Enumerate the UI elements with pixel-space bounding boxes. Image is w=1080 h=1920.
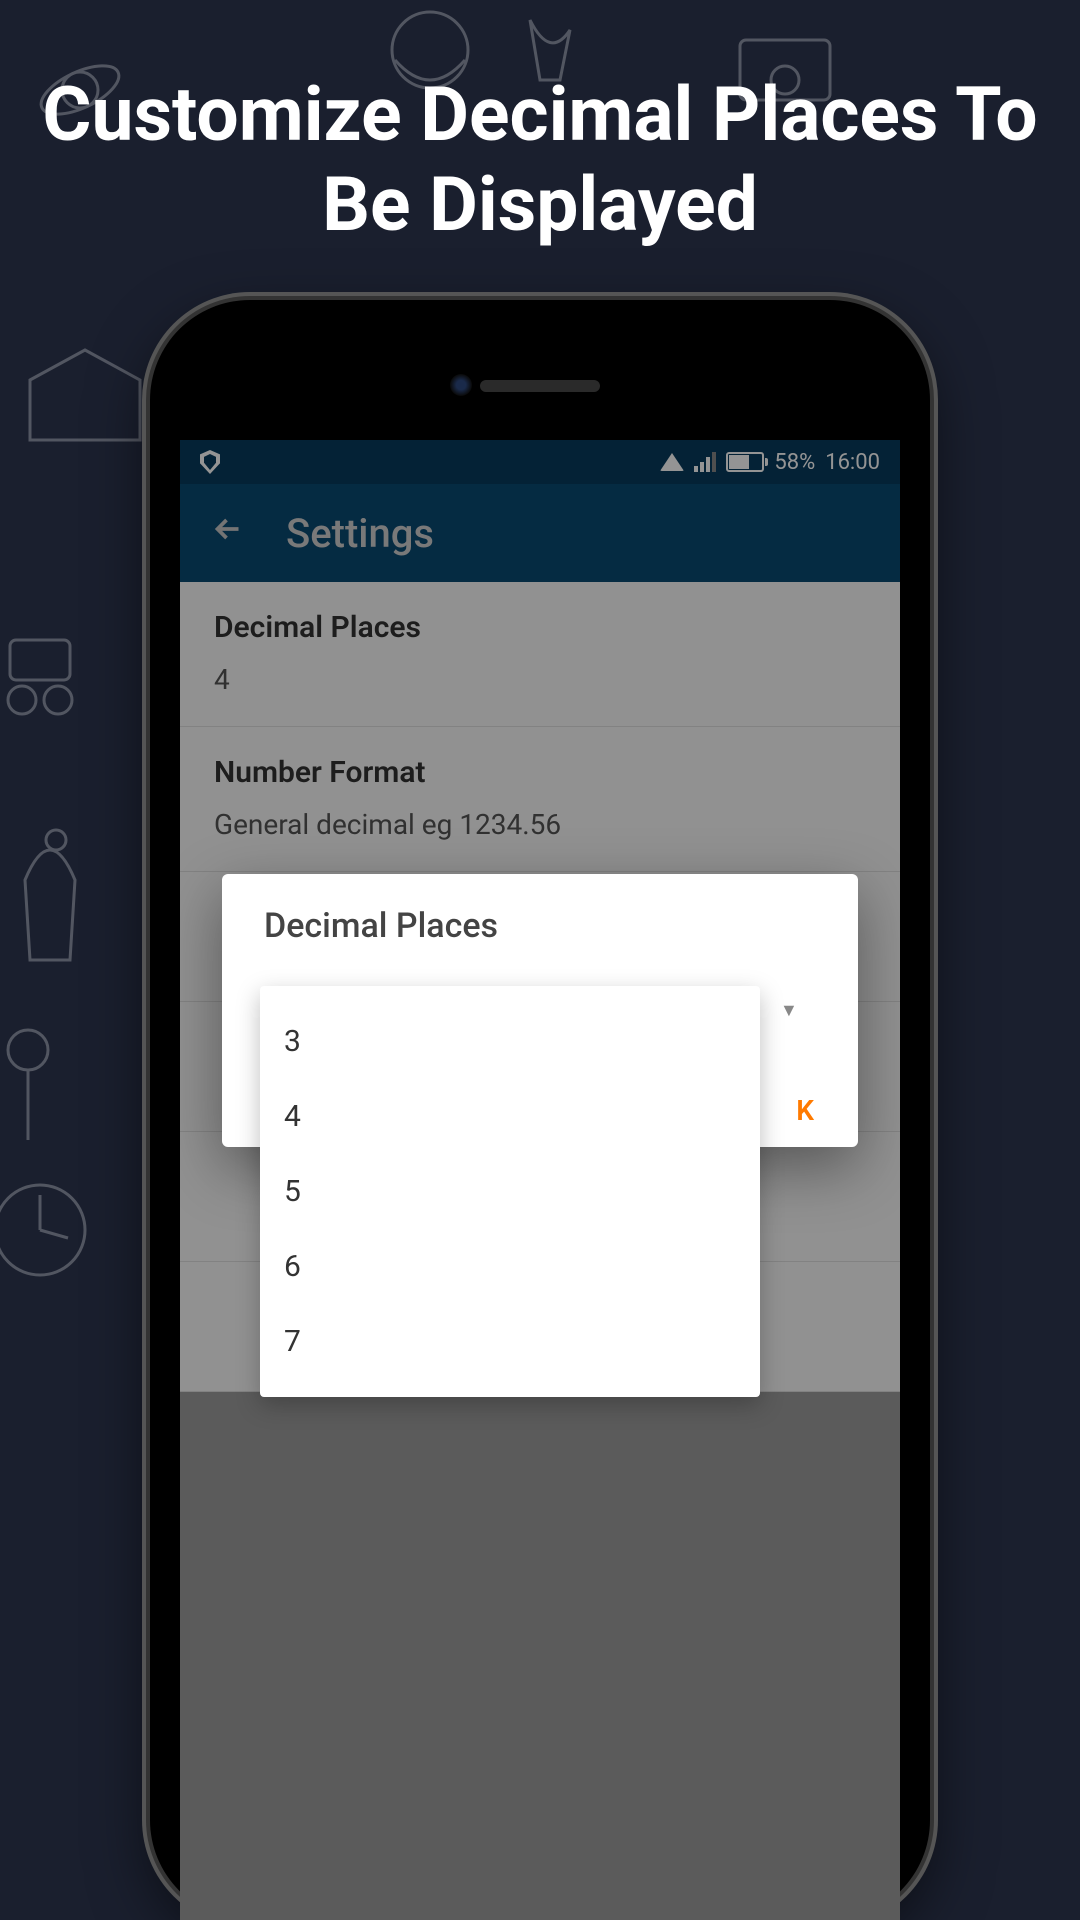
dropdown-option[interactable]: 3 xyxy=(260,1004,760,1079)
dialog-title: Decimal Places xyxy=(222,906,858,970)
earpiece xyxy=(480,380,600,392)
front-camera xyxy=(450,374,472,396)
dropdown-option[interactable]: 6 xyxy=(260,1229,760,1304)
dropdown-option[interactable]: 4 xyxy=(260,1079,760,1154)
chevron-down-icon[interactable]: ▼ xyxy=(780,1000,798,1021)
phone-screen: 58% 16:00 Settings Decimal Places 4 Numb… xyxy=(180,440,900,1920)
decimal-places-dropdown: 3 4 5 6 7 xyxy=(260,986,760,1397)
promo-headline: Customize Decimal Places To Be Displayed xyxy=(0,70,1080,250)
dropdown-option[interactable]: 7 xyxy=(260,1304,760,1379)
phone-frame: 58% 16:00 Settings Decimal Places 4 Numb… xyxy=(150,300,930,1920)
dropdown-option[interactable]: 5 xyxy=(260,1154,760,1229)
